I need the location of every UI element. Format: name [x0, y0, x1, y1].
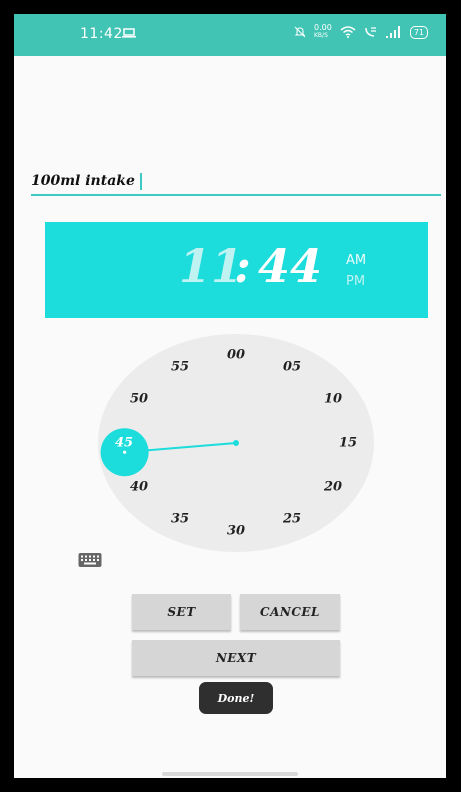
- net-speed-value: 0.00: [314, 23, 332, 32]
- set-button[interactable]: SET: [132, 594, 231, 630]
- minute-tick-40[interactable]: 40: [130, 480, 148, 495]
- minute-tick-00[interactable]: 00: [227, 348, 245, 363]
- cancel-button[interactable]: CANCEL: [240, 594, 340, 630]
- home-indicator[interactable]: [162, 772, 298, 776]
- net-speed: 0.00 KB/S: [314, 24, 332, 40]
- alarm-label-field[interactable]: 100ml intake: [31, 172, 441, 196]
- toast-message: Done!: [199, 682, 273, 714]
- time-separator: :: [234, 239, 251, 293]
- time-picker-header: 11 : 44 AM PM: [45, 222, 428, 318]
- minute-tick-55[interactable]: 55: [171, 359, 189, 374]
- minute-tick-45[interactable]: 45: [115, 436, 133, 451]
- next-button[interactable]: NEXT: [132, 640, 340, 676]
- battery-icon: 71: [409, 25, 428, 39]
- minute-display[interactable]: 44: [258, 234, 322, 298]
- am-toggle[interactable]: AM: [346, 253, 366, 268]
- text-caret: [139, 172, 142, 190]
- minute-tick-30[interactable]: 30: [227, 524, 245, 539]
- status-bar: 11:42 0.00 KB/S 71: [14, 14, 446, 56]
- hand-line: [124, 442, 237, 454]
- wifi-icon: [340, 26, 356, 38]
- signal-icon: [385, 26, 400, 38]
- minute-tick-10[interactable]: 10: [324, 392, 342, 407]
- hand-dot: [123, 450, 127, 454]
- clock-hand: [100, 428, 239, 477]
- minute-tick-50[interactable]: 50: [130, 392, 148, 407]
- volte-icon: [365, 27, 376, 37]
- clock-dial[interactable]: 00 05 10 15 20 25 30 35 40 45 50 55: [98, 334, 374, 552]
- alarm-label-input[interactable]: 100ml intake: [31, 172, 142, 190]
- minute-tick-15[interactable]: 15: [339, 436, 357, 451]
- keyboard-icon[interactable]: [78, 552, 102, 568]
- minute-tick-35[interactable]: 35: [171, 512, 189, 527]
- minute-tick-05[interactable]: 05: [283, 359, 301, 374]
- silent-icon: [294, 26, 306, 38]
- app-screen: 11:42 0.00 KB/S 71 100ml intake 11: 44 …: [14, 14, 446, 778]
- minute-tick-20[interactable]: 20: [324, 480, 342, 495]
- minute-tick-25[interactable]: 25: [283, 512, 301, 527]
- net-speed-unit: KB/S: [314, 32, 328, 39]
- alarm-label-text: 100ml intake: [31, 173, 135, 189]
- laptop-icon: [122, 28, 136, 38]
- hand-center: [233, 440, 239, 446]
- status-time: 11:42: [80, 26, 123, 42]
- pm-toggle[interactable]: PM: [346, 274, 365, 289]
- status-icons: 0.00 KB/S 71: [294, 24, 428, 40]
